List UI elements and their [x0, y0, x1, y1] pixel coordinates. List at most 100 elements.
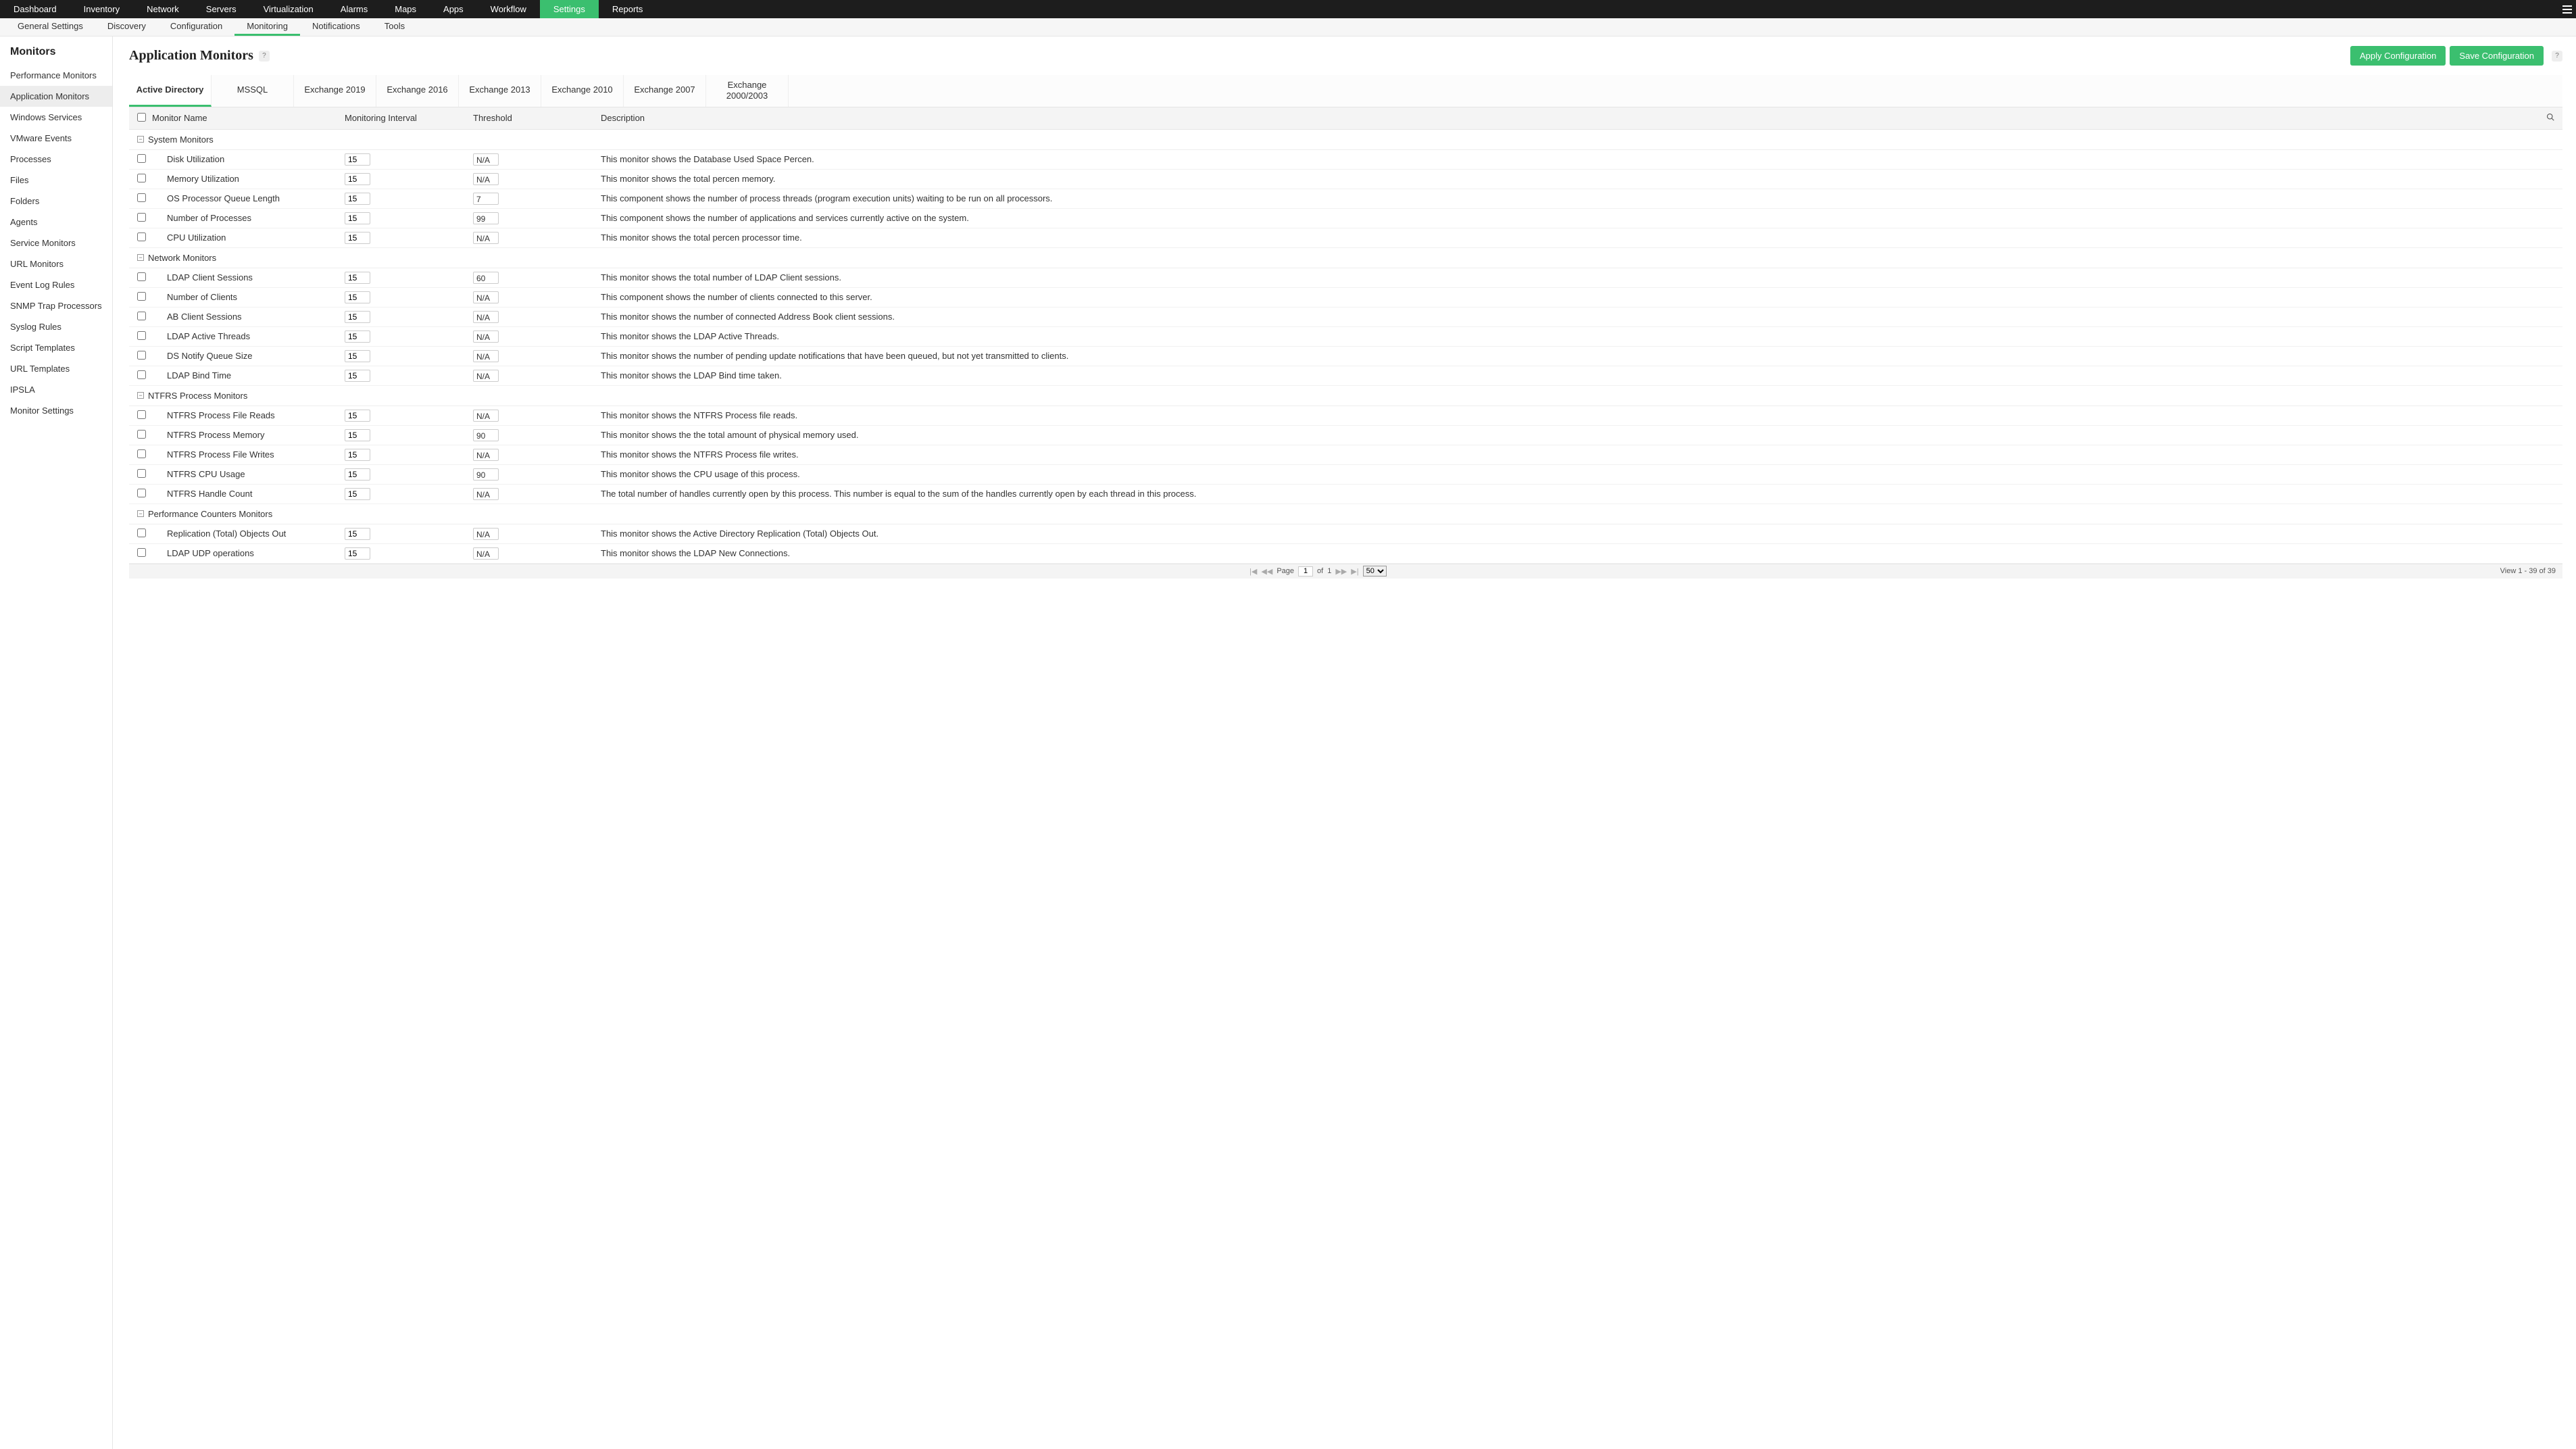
- sidebar-item-ipsla[interactable]: IPSLA: [0, 379, 112, 400]
- interval-input[interactable]: [345, 468, 370, 481]
- topnav-item-maps[interactable]: Maps: [381, 0, 430, 18]
- row-checkbox[interactable]: [137, 193, 146, 202]
- apply-configuration-button[interactable]: Apply Configuration: [2350, 46, 2446, 66]
- row-checkbox[interactable]: [137, 272, 146, 281]
- col-header-name[interactable]: Monitor Name: [152, 113, 345, 123]
- collapse-icon[interactable]: −: [137, 392, 144, 399]
- sidebar-item-event-log-rules[interactable]: Event Log Rules: [0, 274, 112, 295]
- row-checkbox[interactable]: [137, 548, 146, 557]
- threshold-value[interactable]: 90: [473, 468, 499, 481]
- sidebar-item-windows-services[interactable]: Windows Services: [0, 107, 112, 128]
- threshold-value[interactable]: 7: [473, 193, 499, 205]
- select-all-checkbox[interactable]: [137, 113, 146, 122]
- row-checkbox[interactable]: [137, 449, 146, 458]
- threshold-value[interactable]: N/A: [473, 370, 499, 382]
- subnav-item-configuration[interactable]: Configuration: [158, 18, 234, 36]
- threshold-value[interactable]: 60: [473, 272, 499, 284]
- threshold-value[interactable]: N/A: [473, 330, 499, 343]
- help-icon[interactable]: ?: [259, 51, 270, 62]
- interval-input[interactable]: [345, 350, 370, 362]
- threshold-value[interactable]: 99: [473, 212, 499, 224]
- pager-next-icon[interactable]: ▶▶: [1335, 567, 1347, 576]
- sidebar-item-script-templates[interactable]: Script Templates: [0, 337, 112, 358]
- interval-input[interactable]: [345, 212, 370, 224]
- interval-input[interactable]: [345, 173, 370, 185]
- pager-page-input[interactable]: [1298, 566, 1313, 576]
- hamburger-icon[interactable]: [2558, 0, 2576, 18]
- topnav-item-virtualization[interactable]: Virtualization: [250, 0, 327, 18]
- search-icon[interactable]: [2541, 113, 2554, 123]
- sidebar-item-files[interactable]: Files: [0, 170, 112, 191]
- pager-last-icon[interactable]: ▶|: [1351, 567, 1358, 576]
- subnav-item-tools[interactable]: Tools: [372, 18, 417, 36]
- pager-first-icon[interactable]: |◀: [1249, 567, 1257, 576]
- threshold-value[interactable]: 90: [473, 429, 499, 441]
- interval-input[interactable]: [345, 193, 370, 205]
- topnav-item-reports[interactable]: Reports: [599, 0, 657, 18]
- threshold-value[interactable]: N/A: [473, 547, 499, 560]
- col-header-threshold[interactable]: Threshold: [473, 113, 601, 123]
- interval-input[interactable]: [345, 153, 370, 166]
- threshold-value[interactable]: N/A: [473, 153, 499, 166]
- row-checkbox[interactable]: [137, 370, 146, 379]
- subnav-item-discovery[interactable]: Discovery: [95, 18, 158, 36]
- threshold-value[interactable]: N/A: [473, 173, 499, 185]
- interval-input[interactable]: [345, 291, 370, 303]
- interval-input[interactable]: [345, 449, 370, 461]
- row-checkbox[interactable]: [137, 489, 146, 497]
- row-checkbox[interactable]: [137, 292, 146, 301]
- sidebar-item-service-monitors[interactable]: Service Monitors: [0, 232, 112, 253]
- threshold-value[interactable]: N/A: [473, 410, 499, 422]
- row-checkbox[interactable]: [137, 351, 146, 360]
- topnav-item-apps[interactable]: Apps: [430, 0, 477, 18]
- interval-input[interactable]: [345, 410, 370, 422]
- row-checkbox[interactable]: [137, 154, 146, 163]
- interval-input[interactable]: [345, 429, 370, 441]
- sidebar-item-processes[interactable]: Processes: [0, 149, 112, 170]
- collapse-icon[interactable]: −: [137, 510, 144, 517]
- subnav-item-notifications[interactable]: Notifications: [300, 18, 372, 36]
- tab-exchange-2016[interactable]: Exchange 2016: [376, 75, 459, 107]
- interval-input[interactable]: [345, 311, 370, 323]
- interval-input[interactable]: [345, 272, 370, 284]
- tab-exchange-2010[interactable]: Exchange 2010: [541, 75, 624, 107]
- help-icon-right[interactable]: ?: [2552, 51, 2562, 62]
- save-configuration-button[interactable]: Save Configuration: [2450, 46, 2544, 66]
- tab-exchange-2013[interactable]: Exchange 2013: [459, 75, 541, 107]
- subnav-item-general-settings[interactable]: General Settings: [5, 18, 95, 36]
- row-checkbox[interactable]: [137, 469, 146, 478]
- threshold-value[interactable]: N/A: [473, 528, 499, 540]
- sidebar-item-url-monitors[interactable]: URL Monitors: [0, 253, 112, 274]
- interval-input[interactable]: [345, 547, 370, 560]
- tab-exchange-2007[interactable]: Exchange 2007: [624, 75, 706, 107]
- row-checkbox[interactable]: [137, 312, 146, 320]
- row-checkbox[interactable]: [137, 331, 146, 340]
- collapse-icon[interactable]: −: [137, 254, 144, 261]
- topnav-item-dashboard[interactable]: Dashboard: [0, 0, 70, 18]
- topnav-item-settings[interactable]: Settings: [540, 0, 599, 18]
- interval-input[interactable]: [345, 370, 370, 382]
- topnav-item-workflow[interactable]: Workflow: [477, 0, 540, 18]
- collapse-icon[interactable]: −: [137, 136, 144, 143]
- sidebar-item-vmware-events[interactable]: VMware Events: [0, 128, 112, 149]
- threshold-value[interactable]: N/A: [473, 291, 499, 303]
- topnav-item-servers[interactable]: Servers: [193, 0, 250, 18]
- subnav-item-monitoring[interactable]: Monitoring: [234, 18, 300, 36]
- interval-input[interactable]: [345, 330, 370, 343]
- sidebar-item-syslog-rules[interactable]: Syslog Rules: [0, 316, 112, 337]
- tab-exchange-2000-2003[interactable]: Exchange2000/2003: [706, 75, 789, 107]
- sidebar-item-application-monitors[interactable]: Application Monitors: [0, 86, 112, 107]
- sidebar-item-agents[interactable]: Agents: [0, 212, 112, 232]
- topnav-item-network[interactable]: Network: [133, 0, 193, 18]
- pager-prev-icon[interactable]: ◀◀: [1261, 567, 1272, 576]
- row-checkbox[interactable]: [137, 213, 146, 222]
- row-checkbox[interactable]: [137, 430, 146, 439]
- sidebar-item-folders[interactable]: Folders: [0, 191, 112, 212]
- threshold-value[interactable]: N/A: [473, 488, 499, 500]
- col-header-interval[interactable]: Monitoring Interval: [345, 113, 473, 123]
- tab-exchange-2019[interactable]: Exchange 2019: [294, 75, 376, 107]
- row-checkbox[interactable]: [137, 174, 146, 182]
- interval-input[interactable]: [345, 528, 370, 540]
- tab-mssql[interactable]: MSSQL: [212, 75, 294, 107]
- threshold-value[interactable]: N/A: [473, 449, 499, 461]
